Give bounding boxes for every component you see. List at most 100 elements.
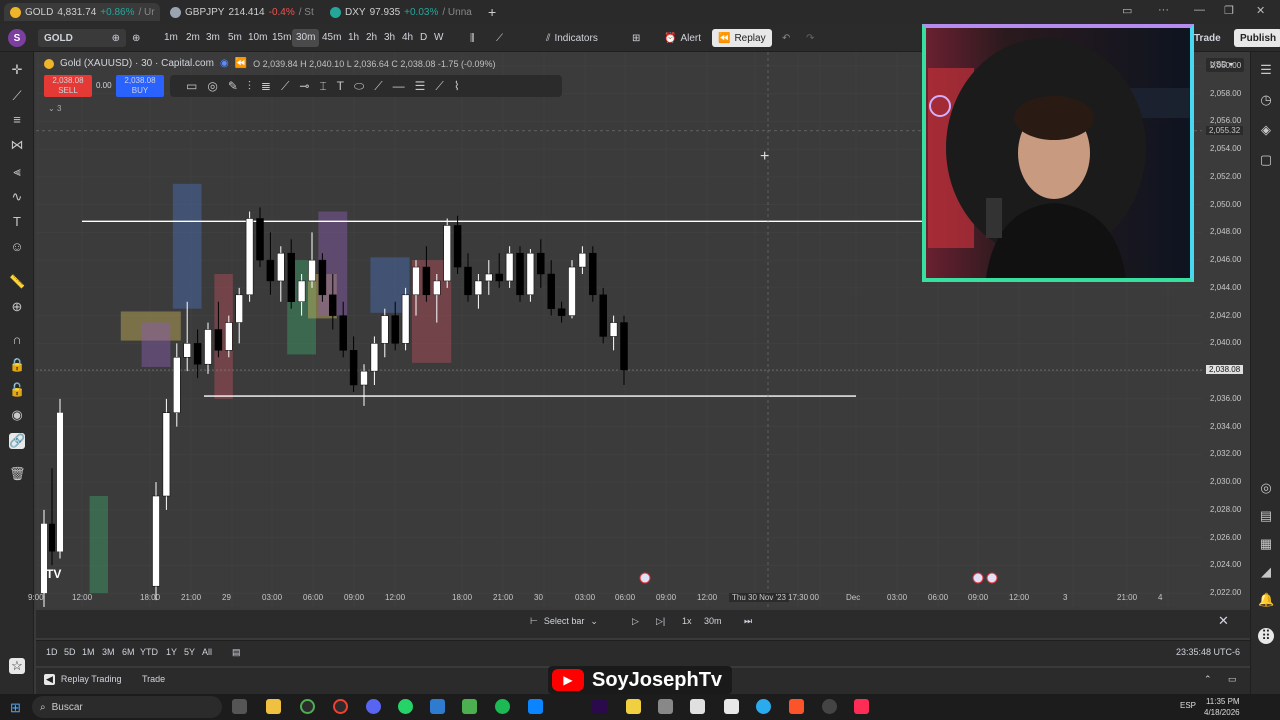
chrome-profile-icon[interactable] (333, 699, 348, 714)
lock-icon[interactable]: 🔓 (9, 382, 25, 398)
telegram-icon[interactable] (756, 699, 771, 714)
replay-button[interactable]: ⏪ Replay (712, 29, 772, 47)
tradingview-icon[interactable] (724, 699, 739, 714)
ruler-icon[interactable]: 📏 (9, 274, 25, 290)
premiere-icon[interactable] (592, 699, 607, 714)
trend-line-icon[interactable]: ⟋ (9, 88, 25, 104)
app-icon[interactable] (658, 699, 673, 714)
close-replay-icon[interactable]: ✕ (1218, 613, 1229, 629)
watchlist-icon[interactable]: ☰ (1258, 62, 1274, 78)
line-chart-icon[interactable]: ⟋ (496, 29, 503, 47)
window-close-icon[interactable]: ✕ (1256, 4, 1265, 17)
language-indicator[interactable]: ESP (1180, 701, 1196, 710)
timeframe-2m[interactable]: 2m (182, 29, 204, 47)
timeframe-5m[interactable]: 5m (224, 29, 246, 47)
grid-menu-icon[interactable]: ⠿ (1258, 628, 1274, 644)
bell-icon[interactable]: 🔔 (1258, 592, 1274, 608)
star-icon[interactable]: ☆ (9, 658, 25, 674)
emoji-icon[interactable]: ☺ (9, 239, 25, 255)
spotify-icon[interactable] (495, 699, 510, 714)
timeframe-W[interactable]: W (430, 29, 447, 47)
more-icon[interactable]: ··· (1158, 4, 1169, 16)
alert-button[interactable]: ⏰ Alert (664, 29, 701, 47)
timeframe-3m[interactable]: 3m (202, 29, 224, 47)
horizontal-line-icon[interactable]: — (393, 79, 405, 93)
minimize-icon[interactable]: — (1194, 4, 1205, 16)
timeframe-30m[interactable]: 30m (292, 29, 320, 47)
range-1Y[interactable]: 1Y (166, 647, 177, 657)
timeframe-2h[interactable]: 2h (362, 29, 381, 47)
new-tab-icon[interactable]: + (482, 3, 502, 21)
forecast-icon[interactable]: ⫷ (9, 164, 25, 180)
eye-icon[interactable]: ◉ (9, 407, 25, 423)
timeframe-3h[interactable]: 3h (380, 29, 399, 47)
symbol-search[interactable]: GOLD ⊕ (38, 29, 126, 47)
text-icon[interactable]: T (9, 214, 25, 230)
range-3M[interactable]: 3M (102, 647, 115, 657)
arrow-icon[interactable]: ⟋ (435, 79, 443, 94)
legend-title[interactable]: Gold (XAUUSD) · 30 · Capital.com (60, 58, 214, 69)
date-range-icon[interactable]: ▤ (232, 647, 241, 658)
range-1M[interactable]: 1M (82, 647, 95, 657)
replay-icon[interactable]: ⏪ (235, 58, 247, 69)
signal-icon[interactable]: ◢ (1258, 564, 1274, 580)
whatsapp-icon[interactable] (398, 699, 413, 714)
buy-button[interactable]: 2,038.08 BUY (116, 75, 164, 97)
vertical-measure-icon[interactable]: ⌶ (319, 79, 326, 94)
timeframe-1m[interactable]: 1m (160, 29, 182, 47)
jump-to-realtime-icon[interactable]: ⏭ (744, 616, 752, 627)
maximize-panel-icon[interactable]: ▭ (1228, 674, 1237, 685)
avatar[interactable]: S (8, 29, 26, 47)
range-1D[interactable]: 1D (46, 647, 58, 657)
play-icon[interactable]: ▷ (632, 616, 639, 627)
magnet-icon[interactable]: ∩ (9, 332, 25, 348)
tab-dxy[interactable]: DXY 97.935 +0.03% / Unna ✕ (324, 3, 480, 21)
calendar-icon[interactable]: ▦ (1258, 536, 1274, 552)
tiktok-icon[interactable] (854, 699, 869, 714)
select-bar-button[interactable]: ⊢ Select bar ⌄ (530, 616, 598, 627)
line-icon[interactable]: ⟋ (281, 79, 289, 94)
price-axis[interactable]: USD ▾ 2,060.00 2,058.00 2,056.00 2,054.00 2,… (1202, 52, 1250, 607)
timeframe-D[interactable]: D (416, 29, 431, 47)
lock-drawings-icon[interactable]: 🔒 (9, 357, 25, 373)
unity-icon[interactable] (690, 699, 705, 714)
chevron-up-icon[interactable]: ⌃ (1204, 674, 1212, 685)
range-5Y[interactable]: 5Y (184, 647, 195, 657)
crosshair-icon[interactable]: ✛ (9, 62, 25, 78)
collapse-indicators[interactable]: ⌄ 3 (48, 104, 61, 113)
maximize-icon[interactable]: ❐ (1224, 4, 1234, 17)
chat-icon[interactable]: ▢ (1258, 152, 1274, 168)
range-YTD[interactable]: YTD (140, 647, 158, 657)
fib-retracement-icon[interactable]: ≡ (9, 112, 25, 128)
layouts-icon[interactable]: ⊞ (632, 29, 640, 47)
clock[interactable]: 23:35:48 UTC-6 (1176, 647, 1240, 657)
pattern-icon[interactable]: ⋈ (9, 137, 25, 153)
horizontal-ray-icon[interactable]: ⊸ (299, 79, 309, 93)
range-5D[interactable]: 5D (64, 647, 76, 657)
undo-icon[interactable]: ↶ (782, 29, 790, 47)
publish-button[interactable]: Publish (1234, 29, 1280, 47)
speed-selector[interactable]: 1x (682, 616, 692, 626)
link-icon[interactable]: 🔗 (9, 433, 25, 449)
vscode-icon[interactable] (528, 699, 543, 714)
tab-gbpjpy[interactable]: GBPJPY 214.414 -0.4% / St ✕ (164, 3, 320, 21)
wave-icon[interactable]: ⌇ (454, 79, 460, 93)
replay-trading-tab[interactable]: ◀ Replay Trading (44, 674, 121, 685)
step-forward-icon[interactable]: ▷| (656, 616, 665, 627)
text-icon[interactable]: T (337, 79, 344, 93)
redo-icon[interactable]: ↷ (806, 29, 814, 47)
rectangle-icon[interactable]: ▭ (186, 79, 197, 93)
circle-icon[interactable]: ◎ (207, 79, 217, 93)
add-symbol-icon[interactable]: ⊕ (132, 29, 140, 47)
fib-icon[interactable]: ≣ (261, 79, 271, 93)
eye-icon[interactable]: ◉ (220, 58, 229, 69)
interval-selector[interactable]: 30m (704, 616, 722, 626)
notes-app-icon[interactable] (626, 699, 641, 714)
task-view-icon[interactable] (232, 699, 247, 714)
brush-icon[interactable]: ∿ (9, 189, 25, 205)
ellipse-icon[interactable]: ⬭ (354, 79, 364, 94)
indicators-button[interactable]: ⫽ Indicators (546, 29, 598, 47)
calculator-icon[interactable] (430, 699, 445, 714)
taskbar-search[interactable]: ⌕ Buscar (32, 696, 222, 718)
range-All[interactable]: All (202, 647, 212, 657)
